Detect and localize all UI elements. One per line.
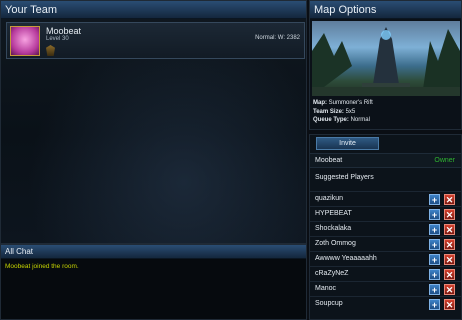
player-row: Shockalaka + ✕ [310,221,461,236]
invite-button[interactable]: Invite [316,137,379,150]
member-name: Moobeat [46,26,82,36]
player-name: Soupcup [315,300,343,307]
owner-tag: Owner [434,157,455,164]
member-elo: Normal: W: 2382 [255,35,300,41]
queue-type-value: Normal [350,117,370,123]
your-team-title: Your Team [1,1,306,19]
map-options-title: Map Options [310,1,461,19]
remove-player-icon[interactable]: ✕ [444,299,455,310]
remove-player-icon[interactable]: ✕ [444,284,455,295]
summoner-icon [10,26,40,56]
player-name: cRaZyNeZ [315,270,349,277]
chat-title: All Chat [1,245,306,259]
player-row: Awwww Yeaaaaahh + ✕ [310,251,461,266]
owner-name: Moobeat [315,157,343,164]
add-player-icon[interactable]: + [429,284,440,295]
add-player-icon[interactable]: + [429,194,440,205]
member-level: Level 30 [46,36,69,42]
team-size-label: Team Size: [313,108,344,115]
team-member-card[interactable]: Moobeat Level 30 Normal: W: 2382 [6,22,305,59]
player-row: HYPEBEAT + ✕ [310,206,461,221]
map-preview-image [312,21,460,96]
team-size-value: 5x5 [345,108,356,115]
suggested-players-list: quazikun + ✕ HYPEBEAT + ✕ Shockalaka + ✕… [310,191,461,311]
chat-message: Moobeat joined the room. [5,263,79,270]
remove-player-icon[interactable]: ✕ [444,209,455,220]
player-name: Manoc [315,285,337,292]
map-label: Map: [313,100,327,106]
player-row: Manoc + ✕ [310,281,461,296]
remove-player-icon[interactable]: ✕ [444,239,455,250]
player-row: quazikun + ✕ [310,191,461,206]
player-row: cRaZyNeZ + ✕ [310,266,461,281]
add-player-icon[interactable]: + [429,299,440,310]
remove-player-icon[interactable]: ✕ [444,194,455,205]
remove-player-icon[interactable]: ✕ [444,254,455,265]
player-name: HYPEBEAT [315,210,352,217]
suggested-players-title: Suggested Players [315,174,374,181]
add-player-icon[interactable]: + [429,254,440,265]
map-options-panel: Map Options Map: Summoner's Rift Team Si… [309,0,462,130]
invite-panel: Invite Moobeat Owner Suggested Players q… [309,134,462,320]
your-team-panel: Your Team Moobeat Level 30 Normal: W: 23… [0,0,307,244]
all-chat-panel: All Chat Moobeat joined the room. [0,244,307,320]
add-player-icon[interactable]: + [429,269,440,280]
map-value: Summoner's Rift [328,100,373,106]
player-row: Zoth Ommog + ✕ [310,236,461,251]
remove-player-icon[interactable]: ✕ [444,224,455,235]
queue-type-label: Queue Type: [313,117,349,123]
add-player-icon[interactable]: + [429,239,440,250]
add-player-icon[interactable]: + [429,224,440,235]
map-info: Map: Summoner's Rift Team Size: 5x5 Queu… [313,99,373,125]
remove-player-icon[interactable]: ✕ [444,269,455,280]
player-name: Shockalaka [315,225,352,232]
owner-row: Moobeat Owner [310,153,461,168]
player-row: Soupcup + ✕ [310,296,461,311]
player-name: Zoth Ommog [315,240,356,247]
player-name: Awwww Yeaaaaahh [315,255,377,262]
add-player-icon[interactable]: + [429,209,440,220]
player-name: quazikun [315,195,344,202]
rank-badge-icon [46,45,55,56]
